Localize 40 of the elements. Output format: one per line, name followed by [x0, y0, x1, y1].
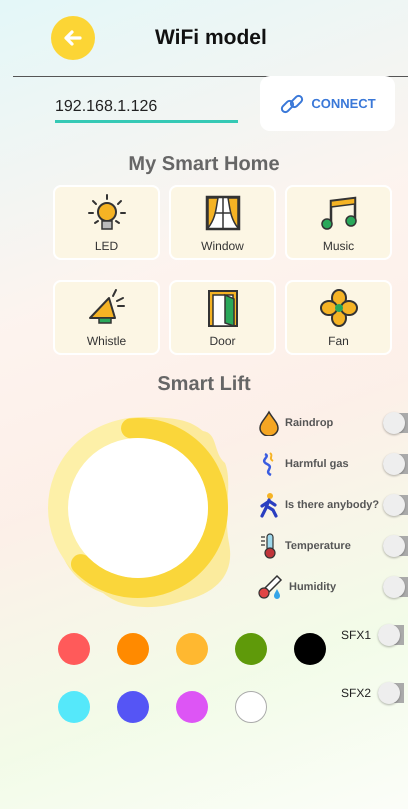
toggle-switch[interactable] [378, 625, 404, 645]
toggle-switch[interactable] [383, 536, 408, 556]
color-swatch[interactable] [58, 691, 90, 723]
device-tile[interactable]: Music [285, 185, 392, 260]
color-swatch[interactable] [58, 633, 90, 665]
light-bulb-icon [86, 192, 126, 232]
sensor-label: Humidity [289, 581, 338, 593]
back-arrow-icon [63, 28, 83, 48]
sensor-label: Harmful gas [285, 458, 350, 470]
thermometer-drop-icon [257, 574, 285, 600]
sensor-label: Raindrop [285, 417, 334, 429]
color-swatch[interactable] [117, 633, 149, 665]
color-swatch[interactable] [235, 691, 267, 723]
drop-icon [257, 410, 281, 436]
back-button[interactable] [51, 16, 95, 60]
color-swatch[interactable] [117, 691, 149, 723]
color-swatch[interactable] [235, 633, 267, 665]
color-swatch[interactable] [294, 633, 326, 665]
toggle-switch[interactable] [378, 683, 404, 703]
sensor-label: Is there anybody? [285, 499, 380, 511]
effect-label: SFX1 [341, 628, 372, 642]
page-title: WiFi model [155, 26, 267, 50]
device-tile[interactable]: LED [53, 185, 160, 260]
toggle-switch[interactable] [383, 495, 408, 515]
device-tile[interactable]: Whistle [53, 280, 160, 355]
section-title: Smart Lift [156, 373, 252, 393]
connect-button[interactable]: CONNECT [260, 76, 395, 131]
device-tile[interactable]: Door [169, 280, 276, 355]
toggle-switch[interactable] [383, 454, 408, 474]
ip-address-field[interactable]: 192.168.1.126 [55, 94, 238, 123]
toggle-switch[interactable] [383, 413, 408, 433]
sensor-label: Temperature [285, 540, 352, 552]
effect-label: SFX2 [341, 686, 372, 700]
toggle-switch[interactable] [383, 577, 408, 597]
device-tile[interactable]: Fan [285, 280, 392, 355]
color-swatch[interactable] [176, 691, 208, 723]
device-tile[interactable]: Window [169, 185, 276, 260]
section-title: My Smart Home [127, 153, 281, 173]
fan-icon [318, 288, 358, 328]
color-swatch[interactable] [176, 633, 208, 665]
